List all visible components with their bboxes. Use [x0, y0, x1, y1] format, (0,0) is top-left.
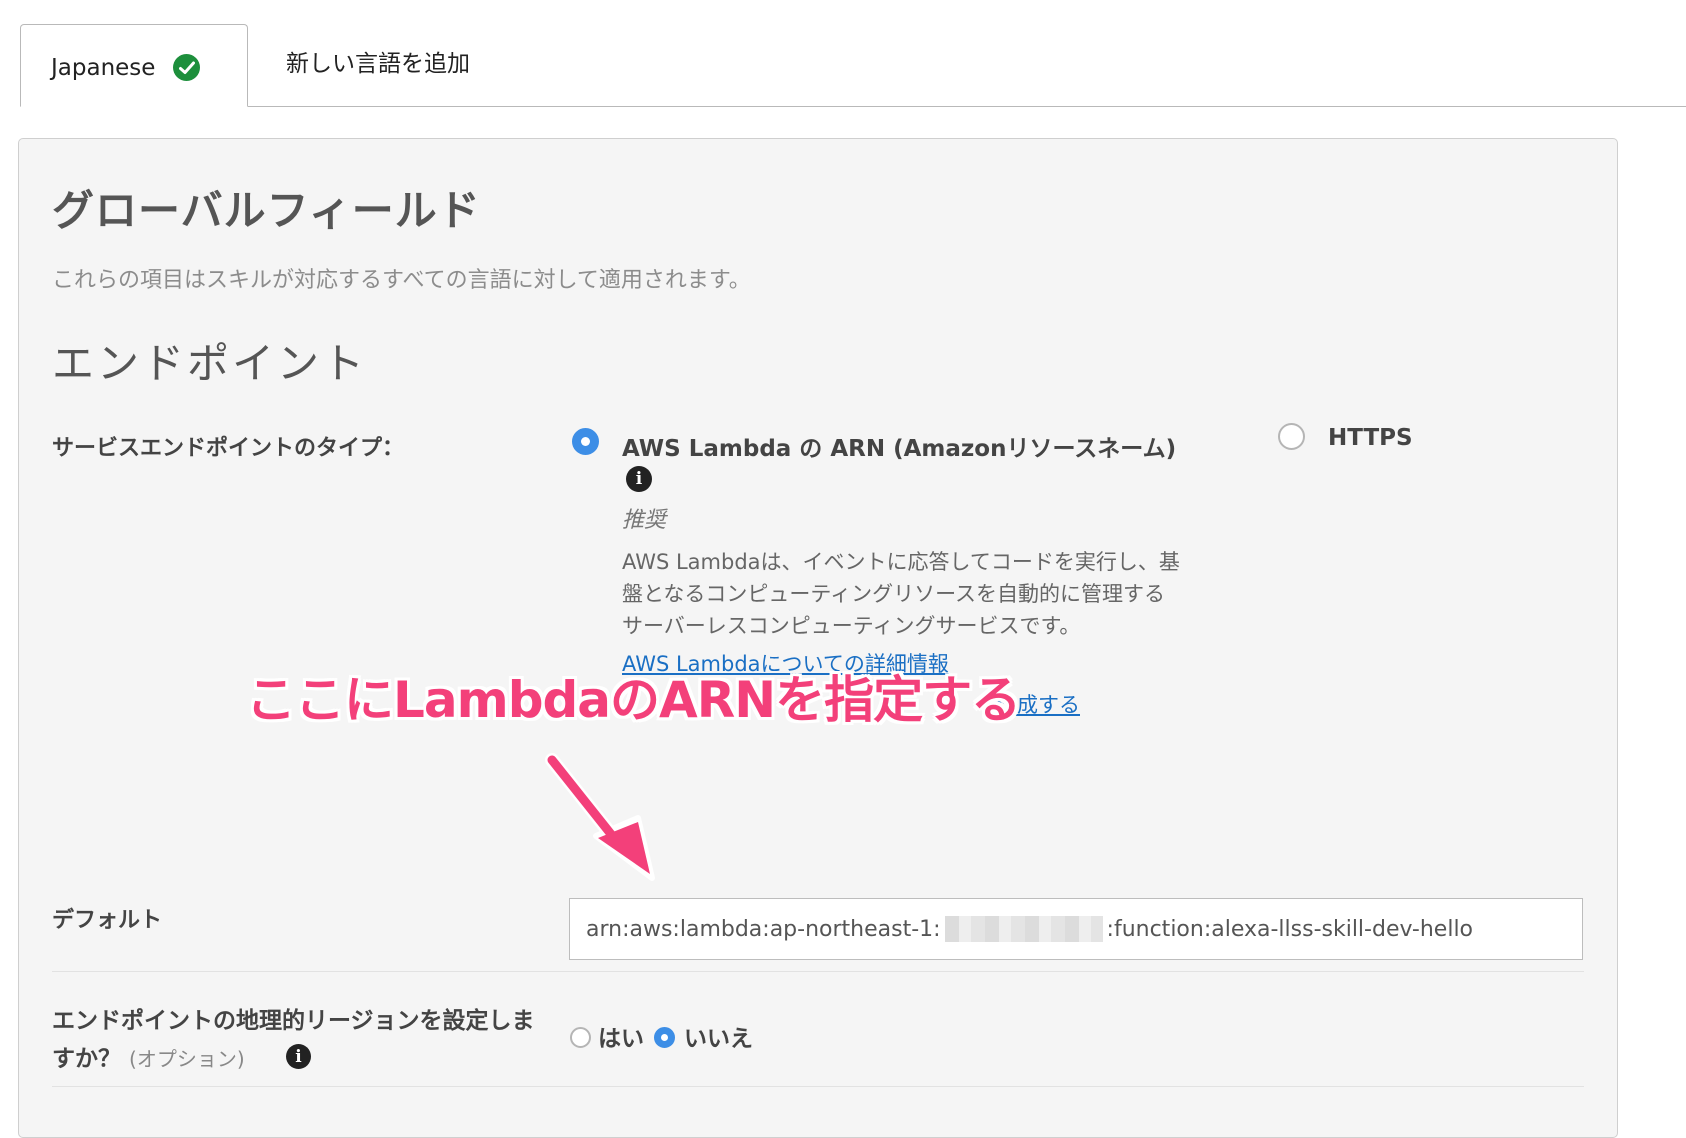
tab-japanese[interactable]: Japanese	[20, 24, 248, 107]
https-option-label: HTTPS	[1328, 425, 1413, 451]
page-title: グローバルフィールド	[52, 186, 481, 235]
redacted-account-id	[944, 916, 1103, 942]
row-divider	[52, 971, 1584, 972]
radio-aws-lambda[interactable]	[572, 428, 599, 455]
annotation-text: ここにLambdaのARNを指定する	[246, 671, 1021, 729]
aws-lambda-option-label: AWS Lambda の ARN (Amazonリソースネーム)	[622, 436, 1177, 462]
default-label: デフォルト	[52, 908, 163, 933]
region-no-label: いいえ	[684, 1026, 753, 1052]
radio-region-yes[interactable]	[570, 1027, 591, 1048]
service-endpoint-type-label: サービスエンドポイントのタイプ：	[52, 436, 405, 461]
default-arn-input[interactable]: arn:aws:lambda:ap-northeast-1: :function…	[569, 898, 1583, 960]
region-yes-label: はい	[598, 1026, 644, 1052]
arn-suffix: :function:alexa-llss-skill-dev-hello	[1106, 916, 1474, 942]
lambda-description: AWS Lambdaは、イベントに応答してコードを実行し、基 盤となるコンピュー…	[622, 550, 1180, 638]
recommended-label: 推奨	[622, 508, 667, 533]
annotation-arrow-icon	[545, 753, 655, 881]
tab-japanese-label: Japanese	[51, 54, 156, 81]
info-icon[interactable]: i	[626, 466, 652, 492]
endpoint-heading: エンドポイント	[52, 339, 368, 388]
row-divider	[52, 1086, 1584, 1087]
tab-add-language[interactable]: 新しい言語を追加	[286, 44, 470, 78]
tabs-divider	[20, 106, 1686, 107]
language-tabs: Japanese 新しい言語を追加	[0, 0, 1686, 108]
optional-label: (オプション)	[129, 1047, 245, 1071]
region-info-icon[interactable]: i	[286, 1044, 311, 1069]
global-fields-description: これらの項目はスキルが対応するすべての言語に対して適用されます。	[52, 268, 751, 293]
radio-https[interactable]	[1278, 423, 1305, 450]
arn-prefix: arn:aws:lambda:ap-northeast-1:	[586, 916, 941, 942]
radio-region-no[interactable]	[654, 1027, 675, 1048]
check-circle-icon	[173, 54, 201, 81]
